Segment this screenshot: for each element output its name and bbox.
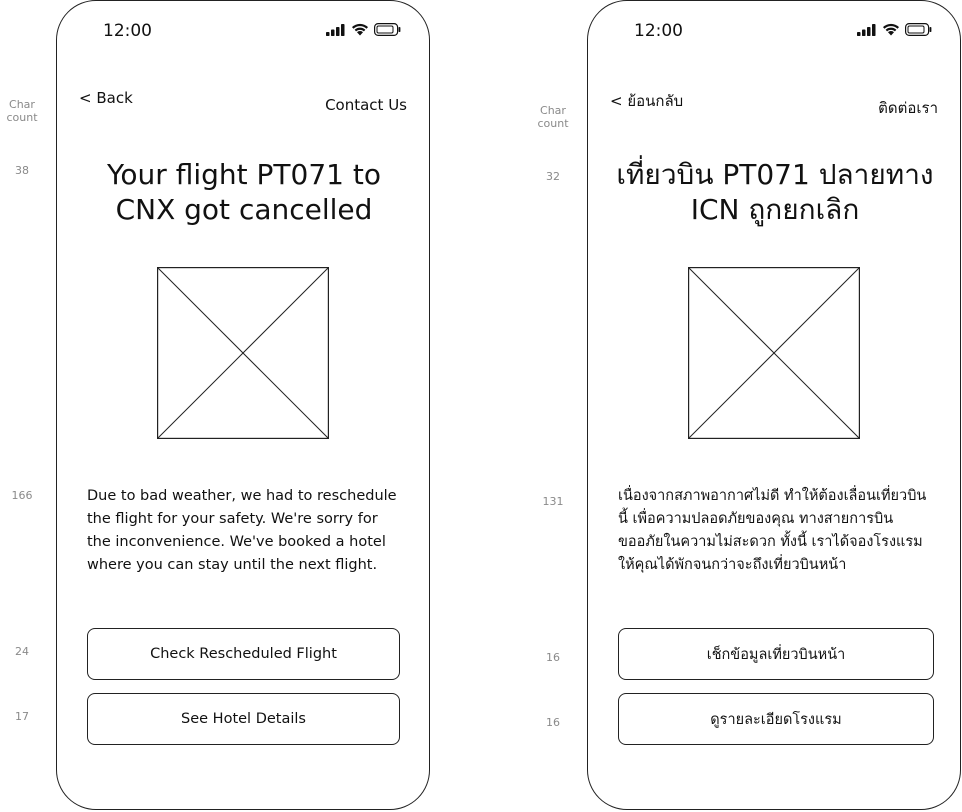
- signal-icon: [326, 23, 345, 36]
- battery-icon: [374, 23, 401, 36]
- phone-frame-thai: 12:00 < ย้อนกลับ ติดต่อเรา เที่ยวบิน PT0…: [587, 0, 961, 810]
- button-label: See Hotel Details: [181, 711, 306, 727]
- primary-button-char-count: 24: [15, 645, 29, 658]
- secondary-button-char-count: 16: [546, 716, 560, 729]
- contact-us-link[interactable]: Contact Us: [325, 96, 407, 114]
- image-placeholder-icon: [688, 267, 860, 439]
- back-button[interactable]: < Back: [79, 89, 133, 107]
- body-char-count: 166: [11, 489, 33, 502]
- page-title: เที่ยวบิน PT071 ปลายทาง ICN ถูกยกเลิก: [616, 158, 934, 226]
- primary-button-char-count: 16: [546, 651, 560, 664]
- char-count-header: Char count: [6, 98, 38, 124]
- check-next-flight-button[interactable]: เช็กข้อมูลเที่ยวบินหน้า: [618, 628, 934, 680]
- body-message: Due to bad weather, we had to reschedule…: [87, 488, 397, 573]
- wifi-icon: [883, 23, 899, 36]
- back-button[interactable]: < ย้อนกลับ: [610, 89, 683, 113]
- button-label: เช็กข้อมูลเที่ยวบินหน้า: [706, 646, 846, 663]
- check-rescheduled-flight-button[interactable]: Check Rescheduled Flight: [87, 628, 400, 680]
- char-count-header: Char count: [537, 104, 569, 130]
- button-label: ดูรายละเอียดโรงแรม: [710, 711, 842, 728]
- see-hotel-details-button[interactable]: ดูรายละเอียดโรงแรม: [618, 693, 934, 745]
- body-char-count: 131: [542, 495, 564, 508]
- see-hotel-details-button[interactable]: See Hotel Details: [87, 693, 400, 745]
- signal-icon: [857, 23, 876, 36]
- secondary-button-char-count: 17: [15, 710, 29, 723]
- battery-icon: [905, 23, 932, 36]
- status-icons: [326, 23, 401, 36]
- page-title: Your flight PT071 to CNX got cancelled: [107, 158, 381, 226]
- wireframe-canvas: Char count 38 166 24 17 12:00 < Back Con…: [0, 0, 962, 812]
- body-message: เนื่องจากสภาพอากาศไม่ดี ทำให้ต้องเลื่อนเ…: [618, 488, 927, 573]
- image-placeholder-icon: [157, 267, 329, 439]
- title-char-count: 32: [546, 170, 560, 183]
- status-time: 12:00: [103, 21, 152, 41]
- contact-us-link[interactable]: ติดต่อเรา: [878, 96, 938, 120]
- status-icons: [857, 23, 932, 36]
- status-time: 12:00: [634, 21, 683, 41]
- title-char-count: 38: [15, 164, 29, 177]
- wifi-icon: [352, 23, 368, 36]
- phone-frame-english: 12:00 < Back Contact Us Your flight PT07…: [56, 0, 430, 810]
- button-label: Check Rescheduled Flight: [150, 646, 337, 662]
